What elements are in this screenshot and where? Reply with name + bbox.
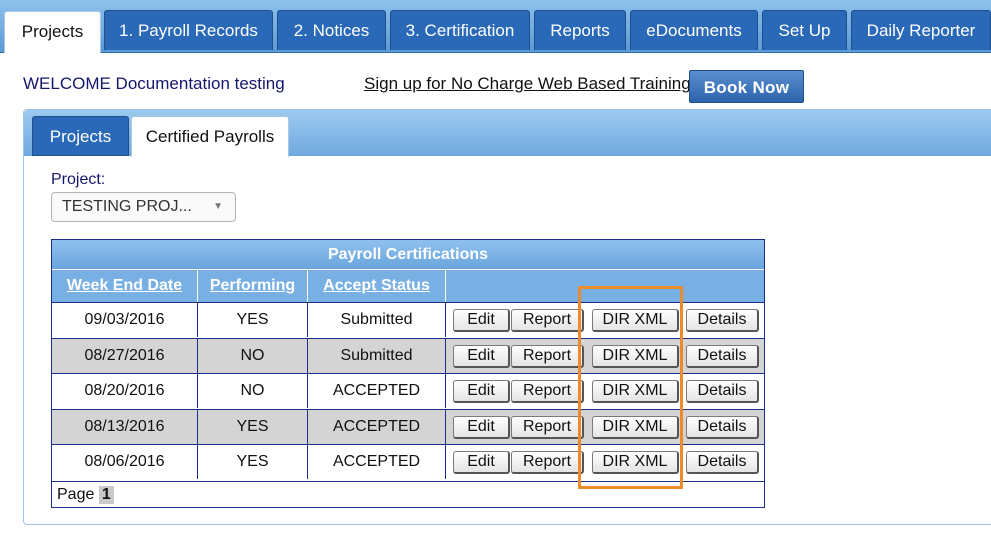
report-button[interactable]: Report [511, 344, 584, 368]
details-button[interactable]: Details [686, 451, 759, 474]
book-now-button[interactable]: Book Now [689, 70, 804, 103]
week-end-date-cell: 09/03/2016 [52, 303, 198, 337]
header-accept-status[interactable]: Accept Status [308, 270, 446, 302]
edit-button[interactable]: Edit [453, 380, 510, 403]
edit-button[interactable]: Edit [453, 344, 510, 368]
subtab-projects[interactable]: Projects [32, 116, 129, 156]
details-button[interactable]: Details [686, 309, 759, 332]
subtab-certified-payrolls[interactable]: Certified Payrolls [131, 116, 289, 157]
tab-projects[interactable]: Projects [4, 11, 101, 53]
week-end-date-cell: 08/13/2016 [52, 409, 198, 444]
table-title: Payroll Certifications [52, 240, 764, 269]
tab-notices[interactable]: 2. Notices [277, 10, 386, 50]
week-end-date-cell: 08/20/2016 [52, 374, 198, 408]
accept-status-cell: ACCEPTED [308, 445, 446, 479]
details-button[interactable]: Details [686, 415, 759, 439]
top-navigation: Projects 1. Payroll Records 2. Notices 3… [0, 0, 991, 53]
tab-certification[interactable]: 3. Certification [390, 10, 530, 50]
edit-button[interactable]: Edit [453, 415, 510, 439]
chevron-down-icon: ▼ [213, 201, 223, 212]
performing-cell: NO [198, 338, 308, 373]
tab-payroll-records[interactable]: 1. Payroll Records [104, 10, 273, 50]
details-button[interactable]: Details [686, 380, 759, 403]
header-week-end-date[interactable]: Week End Date [52, 270, 198, 302]
project-select[interactable]: TESTING PROJ... ▼ [51, 192, 236, 222]
report-button[interactable]: Report [511, 380, 584, 403]
welcome-message: WELCOME Documentation testing [23, 74, 285, 93]
week-end-date-cell: 08/27/2016 [52, 338, 198, 373]
accept-status-cell: Submitted [308, 303, 446, 337]
accept-status-cell: ACCEPTED [308, 374, 446, 408]
edit-button[interactable]: Edit [453, 451, 510, 474]
project-select-value: TESTING PROJ... [62, 198, 192, 215]
sub-navigation: Projects Certified Payrolls [24, 110, 991, 157]
tab-edocuments[interactable]: eDocuments [630, 10, 758, 50]
performing-cell: YES [198, 409, 308, 444]
report-button[interactable]: Report [511, 309, 584, 332]
edit-button[interactable]: Edit [453, 309, 510, 332]
report-button[interactable]: Report [511, 451, 584, 474]
training-signup-link[interactable]: Sign up for No Charge Web Based Training [364, 74, 691, 94]
tab-daily-reporter[interactable]: Daily Reporter [851, 10, 991, 50]
project-label: Project: [51, 171, 106, 188]
performing-cell: YES [198, 445, 308, 479]
tab-set-up[interactable]: Set Up [762, 10, 847, 50]
report-button[interactable]: Report [511, 415, 584, 439]
page-label: Page [57, 486, 95, 503]
accept-status-cell: Submitted [308, 338, 446, 373]
tab-reports[interactable]: Reports [534, 10, 626, 50]
performing-cell: YES [198, 303, 308, 337]
dir-xml-highlight-box [578, 286, 683, 489]
week-end-date-cell: 08/06/2016 [52, 445, 198, 479]
details-button[interactable]: Details [686, 344, 759, 368]
performing-cell: NO [198, 374, 308, 408]
page-number-button[interactable]: 1 [98, 486, 114, 504]
header-performing[interactable]: Performing [198, 270, 308, 302]
accept-status-cell: ACCEPTED [308, 409, 446, 444]
